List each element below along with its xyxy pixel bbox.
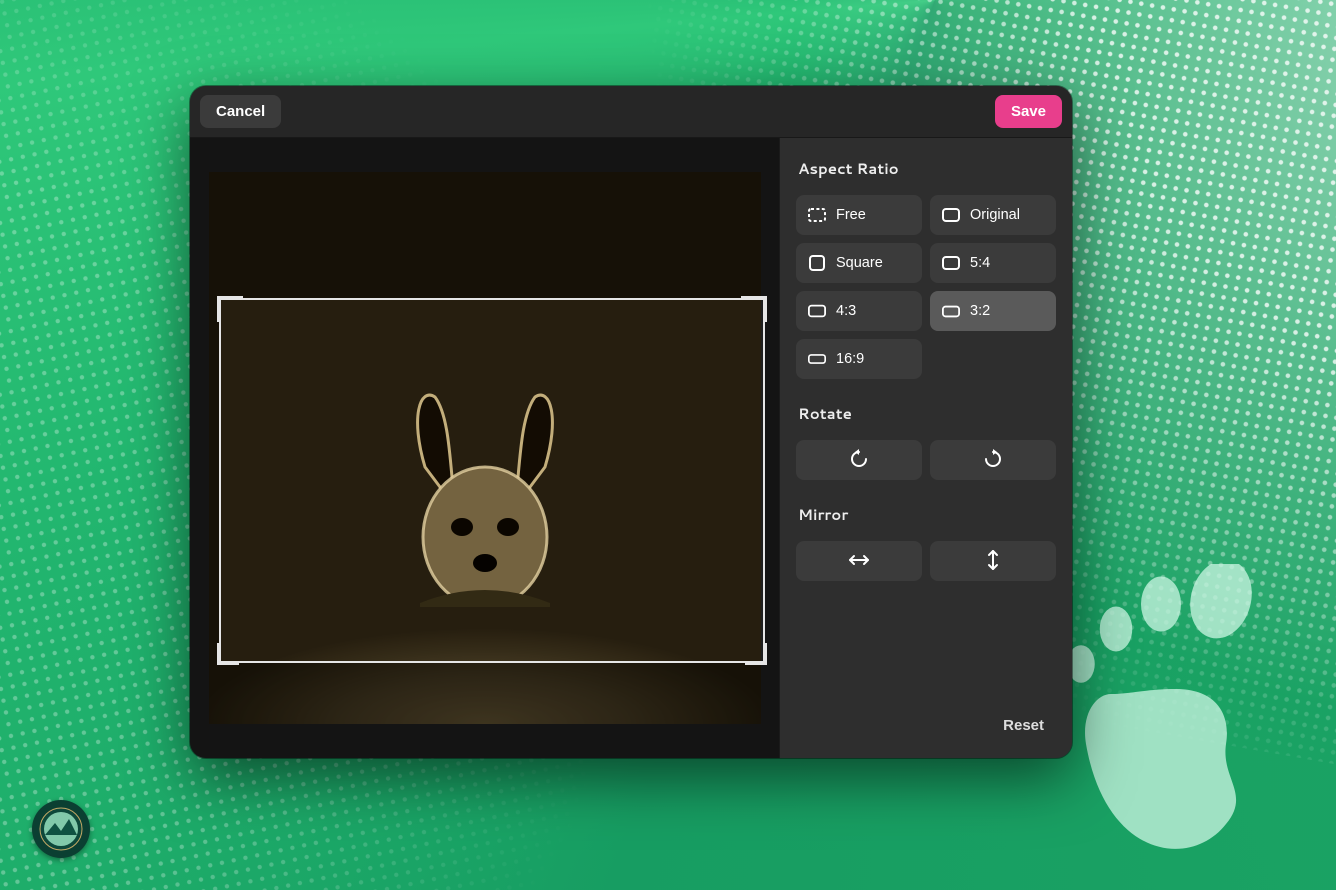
distro-badge-icon bbox=[32, 800, 90, 858]
rotate-title: Rotate bbox=[798, 403, 1054, 424]
aspect-3-2-button[interactable]: 3:2 bbox=[930, 291, 1056, 331]
mirror-title: Mirror bbox=[798, 504, 1054, 525]
rect-icon bbox=[942, 208, 960, 222]
free-crop-icon bbox=[808, 208, 826, 222]
reset-button[interactable]: Reset bbox=[991, 707, 1056, 744]
image-canvas bbox=[209, 172, 761, 724]
rotate-right-icon bbox=[983, 449, 1003, 472]
aspect-4-3-label: 4:3 bbox=[836, 303, 856, 319]
rotate-right-button[interactable] bbox=[930, 440, 1056, 480]
aspect-4-3-button[interactable]: 4:3 bbox=[796, 291, 922, 331]
aspect-square-label: Square bbox=[836, 255, 883, 271]
aspect-3-2-label: 3:2 bbox=[970, 303, 990, 319]
save-button[interactable]: Save bbox=[995, 95, 1062, 128]
desktop-background: Cancel Save bbox=[0, 0, 1336, 890]
headerbar: Cancel Save bbox=[190, 86, 1072, 138]
aspect-16-9-label: 16:9 bbox=[836, 351, 864, 367]
aspect-original-button[interactable]: Original bbox=[930, 195, 1056, 235]
mirror-vertical-button[interactable] bbox=[930, 541, 1056, 581]
rotate-grid bbox=[796, 440, 1056, 480]
square-icon bbox=[808, 256, 826, 270]
rect-icon bbox=[808, 304, 826, 318]
aspect-square-button[interactable]: Square bbox=[796, 243, 922, 283]
rect-icon bbox=[942, 256, 960, 270]
rotate-left-button[interactable] bbox=[796, 440, 922, 480]
aspect-ratio-title: Aspect Ratio bbox=[798, 158, 1054, 179]
rect-wide-icon bbox=[808, 352, 826, 366]
image-editor-window: Cancel Save bbox=[190, 86, 1072, 758]
flip-horizontal-icon bbox=[848, 553, 870, 570]
image-viewer[interactable] bbox=[190, 138, 779, 758]
mirror-horizontal-button[interactable] bbox=[796, 541, 922, 581]
edit-sidebar: Aspect Ratio Free Original bbox=[779, 138, 1072, 758]
mirror-grid bbox=[796, 541, 1056, 581]
aspect-5-4-button[interactable]: 5:4 bbox=[930, 243, 1056, 283]
aspect-ratio-grid: Free Original Square bbox=[796, 195, 1056, 379]
flip-vertical-icon bbox=[986, 549, 1000, 574]
cancel-button[interactable]: Cancel bbox=[200, 95, 281, 128]
aspect-free-button[interactable]: Free bbox=[796, 195, 922, 235]
aspect-free-label: Free bbox=[836, 207, 866, 223]
aspect-16-9-button[interactable]: 16:9 bbox=[796, 339, 922, 379]
aspect-5-4-label: 5:4 bbox=[970, 255, 990, 271]
gnome-foot-icon bbox=[1046, 564, 1296, 870]
rect-icon bbox=[942, 304, 960, 318]
image-subject-icon bbox=[380, 377, 590, 607]
aspect-original-label: Original bbox=[970, 207, 1020, 223]
editor-content: Aspect Ratio Free Original bbox=[190, 138, 1072, 758]
rotate-left-icon bbox=[849, 449, 869, 472]
